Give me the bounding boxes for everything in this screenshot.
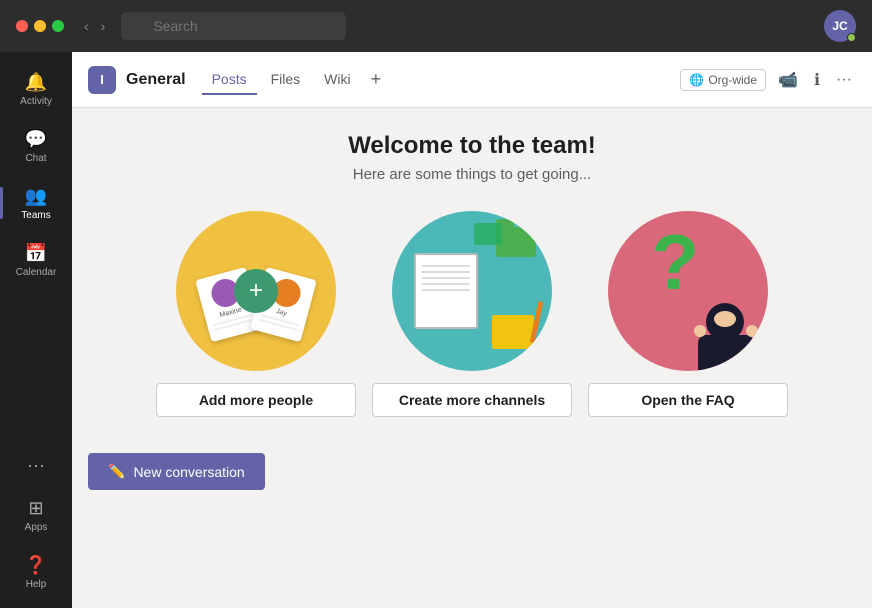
calendar-icon: 📅 (24, 241, 48, 265)
org-wide-icon: 🌐 (689, 73, 704, 87)
welcome-title: Welcome to the team! (348, 132, 596, 160)
channel-header: I General Posts Files Wiki + 🌐 Org-wide … (72, 52, 872, 108)
video-call-button[interactable]: 📹 (774, 66, 802, 94)
sidebar-item-apps[interactable]: ⊞ Apps (0, 486, 72, 543)
sidebar-label-activity: Activity (20, 96, 52, 107)
more-options-button[interactable]: ··· (832, 67, 856, 93)
traffic-lights (16, 20, 64, 32)
sidebar-label-apps: Apps (25, 522, 48, 533)
card-create-channels: Create more channels (372, 211, 572, 417)
presence-badge (847, 33, 856, 42)
teal-inner (392, 211, 552, 371)
org-wide-label: Org-wide (708, 73, 757, 87)
chat-icon: 💬 (24, 127, 48, 151)
create-channels-illustration (392, 211, 552, 371)
sidebar-label-chat: Chat (25, 153, 46, 164)
sidebar-label-help: Help (26, 579, 47, 590)
add-people-button[interactable]: Add more people (156, 383, 356, 417)
info-button[interactable]: ℹ (810, 66, 824, 94)
forward-button[interactable]: › (97, 16, 110, 36)
new-conversation-label: New conversation (133, 464, 244, 480)
org-wide-badge[interactable]: 🌐 Org-wide (680, 69, 766, 91)
tab-files[interactable]: Files (261, 65, 311, 95)
sidebar-more-button[interactable]: ··· (0, 445, 72, 486)
sidebar-item-chat[interactable]: 💬 Chat (0, 117, 72, 174)
add-tab-button[interactable]: + (365, 65, 388, 94)
welcome-area: Welcome to the team! Here are some thing… (72, 108, 872, 608)
sidebar-label-teams: Teams (21, 210, 50, 221)
welcome-subtitle: Here are some things to get going... (353, 166, 591, 183)
card-faq: ? (588, 211, 788, 417)
title-bar: ‹ › 🔍 JC (0, 0, 872, 52)
card-add-people: Maxine Jay + (156, 211, 356, 417)
teams-icon: 👥 (24, 184, 48, 208)
activity-icon: 🔔 (24, 70, 48, 94)
back-button[interactable]: ‹ (80, 16, 93, 36)
search-wrapper: 🔍 (121, 12, 589, 40)
sidebar-label-calendar: Calendar (16, 267, 57, 278)
channel-icon: I (88, 66, 116, 94)
channel-tabs: Posts Files Wiki + (202, 65, 681, 95)
channel-actions: 🌐 Org-wide 📹 ℹ ··· (680, 66, 856, 94)
search-input[interactable] (121, 12, 346, 40)
channel-name: General (126, 71, 186, 89)
sidebar-item-calendar[interactable]: 📅 Calendar (0, 231, 72, 288)
minimize-button[interactable] (34, 20, 46, 32)
sidebar-item-activity[interactable]: 🔔 Activity (0, 60, 72, 117)
sidebar-item-help[interactable]: ❓ Help (0, 543, 72, 600)
yellow-inner: Maxine Jay + (176, 211, 336, 371)
cards-row: Maxine Jay + (156, 211, 788, 417)
tab-posts[interactable]: Posts (202, 65, 257, 95)
create-channels-button[interactable]: Create more channels (372, 383, 572, 417)
nav-arrows: ‹ › (80, 16, 109, 36)
main-content: I General Posts Files Wiki + 🌐 Org-wide … (72, 52, 872, 608)
add-icon: + (234, 269, 278, 313)
sidebar-item-teams[interactable]: 👥 Teams (0, 174, 72, 231)
sidebar: 🔔 Activity 💬 Chat 👥 Teams 📅 Calendar ···… (0, 52, 72, 608)
maximize-button[interactable] (52, 20, 64, 32)
compose-icon: ✏️ (108, 463, 125, 480)
open-faq-button[interactable]: Open the FAQ (588, 383, 788, 417)
app-body: 🔔 Activity 💬 Chat 👥 Teams 📅 Calendar ···… (0, 52, 872, 608)
faq-illustration: ? (608, 211, 768, 371)
help-icon: ❓ (24, 553, 48, 577)
bottom-bar: ✏️ New conversation (88, 441, 856, 502)
more-icon: ··· (27, 455, 45, 476)
close-button[interactable] (16, 20, 28, 32)
new-conversation-button[interactable]: ✏️ New conversation (88, 453, 265, 490)
apps-icon: ⊞ (24, 496, 48, 520)
tab-wiki[interactable]: Wiki (314, 65, 360, 95)
add-people-illustration: Maxine Jay + (176, 211, 336, 371)
avatar[interactable]: JC (824, 10, 856, 42)
pink-inner: ? (608, 211, 768, 371)
